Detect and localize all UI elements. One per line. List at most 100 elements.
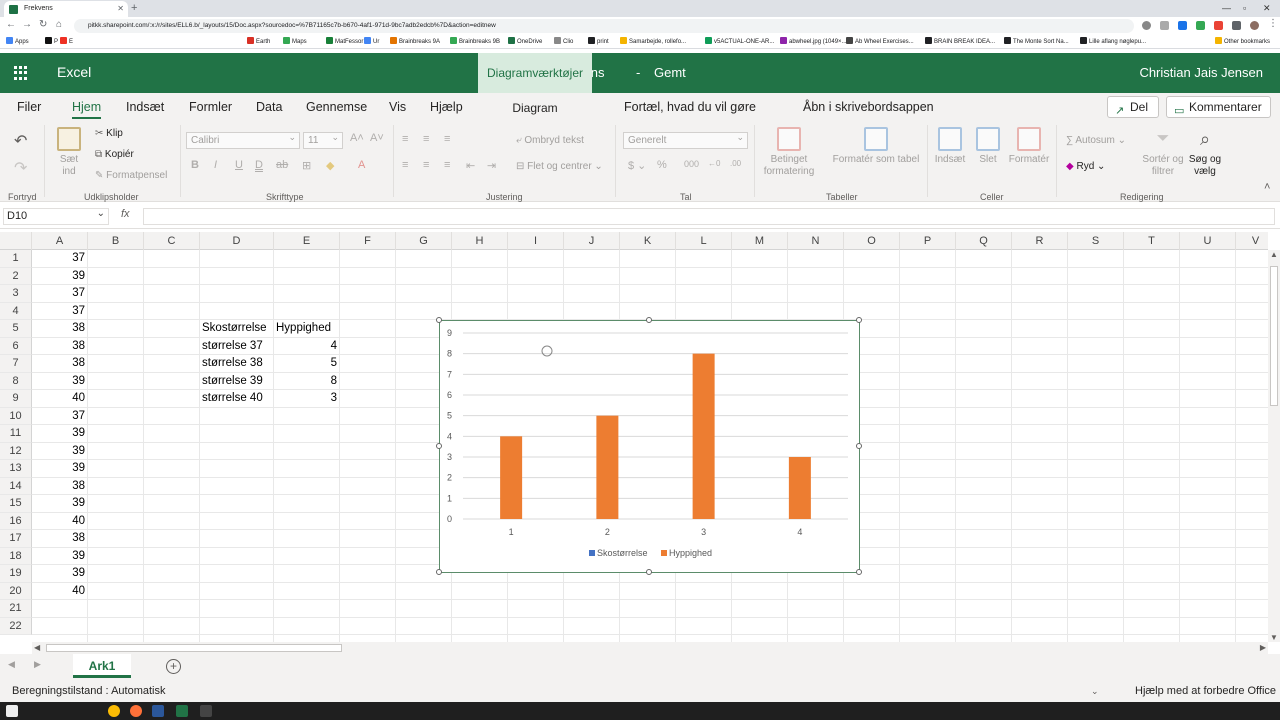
column-header[interactable]: R: [1012, 232, 1068, 250]
function-icon[interactable]: fx: [121, 208, 130, 220]
tab-file[interactable]: Filer: [17, 93, 41, 121]
row-header[interactable]: 2: [0, 267, 32, 285]
start-icon[interactable]: [6, 705, 18, 717]
reload-icon[interactable]: ↻: [39, 19, 47, 30]
app-icon[interactable]: [200, 705, 212, 717]
table-value-cell[interactable]: 8: [274, 373, 337, 390]
cell-value[interactable]: 38: [32, 530, 85, 547]
tab-data[interactable]: Data: [256, 93, 282, 121]
cell-value[interactable]: 39: [32, 443, 85, 460]
bookmark-item[interactable]: The Monte Sort Na...: [1004, 35, 1069, 49]
extension-icon[interactable]: [1178, 21, 1187, 30]
bookmark-item[interactable]: Maps: [283, 35, 307, 49]
tab-review[interactable]: Gennemse: [306, 93, 367, 121]
cell-value[interactable]: 37: [32, 303, 85, 320]
tab-formulas[interactable]: Formler: [189, 93, 232, 121]
column-header[interactable]: H: [452, 232, 508, 250]
column-header[interactable]: U: [1180, 232, 1236, 250]
bookmark-item[interactable]: Brainbreaks 9A: [390, 35, 440, 49]
table-value-cell[interactable]: 5: [274, 355, 337, 372]
tab-home[interactable]: Hjem: [72, 93, 102, 121]
tab-view[interactable]: Vis: [389, 93, 406, 121]
name-box[interactable]: D10: [3, 206, 109, 225]
row-header[interactable]: 15: [0, 495, 32, 513]
bookmark-item[interactable]: E: [60, 35, 73, 49]
resize-handle[interactable]: [856, 443, 862, 449]
column-header[interactable]: B: [88, 232, 144, 250]
cell-value[interactable]: 39: [32, 565, 85, 582]
scroll-right-icon[interactable]: ▶: [1260, 643, 1266, 652]
bookmark-item[interactable]: Ab Wheel Exercises...: [846, 35, 914, 49]
minimize-window-button[interactable]: —: [1222, 0, 1231, 16]
cell-value[interactable]: 40: [32, 513, 85, 530]
column-header[interactable]: G: [396, 232, 452, 250]
horizontal-scroll-thumb[interactable]: [46, 644, 342, 652]
row-header[interactable]: 6: [0, 337, 32, 355]
extension-icon[interactable]: [1196, 21, 1205, 30]
prev-sheet-icon[interactable]: ◀: [8, 659, 15, 670]
sheet-tab[interactable]: Ark1: [73, 654, 131, 678]
scroll-left-icon[interactable]: ◀: [34, 643, 40, 652]
resize-handle[interactable]: [436, 443, 442, 449]
address-bar[interactable]: pitkk.sharepoint.com/:x:/r/sites/ELL6.b/…: [74, 19, 1134, 33]
column-header[interactable]: I: [508, 232, 564, 250]
bookmark-item[interactable]: P: [45, 35, 58, 49]
column-header[interactable]: E: [274, 232, 340, 250]
row-header[interactable]: 5: [0, 320, 32, 338]
row-header[interactable]: 7: [0, 355, 32, 373]
word-icon[interactable]: [152, 705, 164, 717]
cell-value[interactable]: 40: [32, 583, 85, 600]
cell-value[interactable]: 39: [32, 373, 85, 390]
bookmark-item[interactable]: Ur: [364, 35, 379, 49]
add-sheet-button[interactable]: +: [166, 659, 181, 674]
row-header[interactable]: 17: [0, 530, 32, 548]
cell-value[interactable]: 39: [32, 495, 85, 512]
column-header[interactable]: M: [732, 232, 788, 250]
bookmark-item[interactable]: Samarbejde, rollefo...: [620, 35, 686, 49]
resize-handle[interactable]: [646, 569, 652, 575]
cell-value[interactable]: 39: [32, 425, 85, 442]
table-label-cell[interactable]: størrelse 38: [202, 355, 263, 372]
forward-icon[interactable]: →: [22, 19, 32, 30]
row-header[interactable]: 11: [0, 425, 32, 443]
column-header[interactable]: K: [620, 232, 676, 250]
column-header[interactable]: L: [676, 232, 732, 250]
close-window-button[interactable]: ✕: [1263, 0, 1271, 16]
spreadsheet-grid[interactable]: ABCDEFGHIJKLMNOPQRSTUV 1 2 3 4 5 6 7 8 9 10 11 12 13…: [0, 232, 1268, 642]
firefox-icon[interactable]: [130, 705, 142, 717]
bookmark-item[interactable]: BRAIN BREAK IDEA...: [925, 35, 995, 49]
row-header[interactable]: 8: [0, 372, 32, 390]
bookmark-item[interactable]: Brainbreaks 9B: [450, 35, 500, 49]
cell-value[interactable]: 39: [32, 460, 85, 477]
table-label-cell[interactable]: størrelse 37: [202, 338, 263, 355]
row-header[interactable]: 22: [0, 617, 32, 635]
extension-icon[interactable]: [1232, 21, 1241, 30]
bookmark-item[interactable]: Apps: [6, 35, 29, 49]
resize-handle[interactable]: [436, 317, 442, 323]
bookmark-item[interactable]: MatFessor: [326, 35, 363, 49]
bookmark-item[interactable]: Earth: [247, 35, 270, 49]
row-header[interactable]: 10: [0, 407, 32, 425]
bookmark-item[interactable]: Clio: [554, 35, 573, 49]
column-header[interactable]: A: [32, 232, 88, 250]
chart[interactable]: 0 1 2 3 4 5 6 7 8 9 1 2 3 4 Skostørrelse Hyppighed: [439, 320, 860, 573]
cell-value[interactable]: 40: [32, 390, 85, 407]
column-header[interactable]: S: [1068, 232, 1124, 250]
cell-value[interactable]: 38: [32, 478, 85, 495]
cell-value[interactable]: 37: [32, 250, 85, 267]
find-select-button[interactable]: ⌕ Søg og vælg: [1186, 127, 1224, 178]
profile-avatar[interactable]: [1250, 21, 1259, 30]
row-header[interactable]: 18: [0, 547, 32, 565]
resize-handle[interactable]: [856, 317, 862, 323]
tab-help[interactable]: Hjælp: [430, 93, 463, 121]
table-label-cell[interactable]: størrelse 40: [202, 390, 263, 407]
new-tab-button[interactable]: +: [131, 0, 137, 17]
next-sheet-icon[interactable]: ▶: [34, 659, 41, 670]
row-header[interactable]: 1: [0, 250, 32, 268]
home-icon[interactable]: ⌂: [56, 19, 62, 30]
cell-value[interactable]: 38: [32, 320, 85, 337]
browser-menu-icon[interactable]: ⋮: [1268, 18, 1278, 29]
cut-button[interactable]: ✂ Klip: [95, 128, 123, 140]
row-header[interactable]: 13: [0, 460, 32, 478]
bookmark-item[interactable]: Lille aflang nøglepu...: [1080, 35, 1146, 49]
